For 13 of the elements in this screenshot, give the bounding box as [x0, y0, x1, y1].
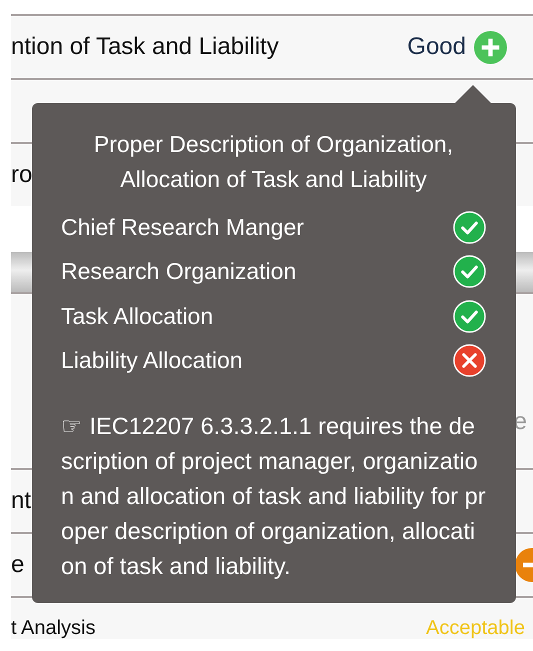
- tooltip-title: Proper Description of Organization, Allocation of Task and Liability: [92, 130, 454, 194]
- row-label: ntion of Task and Liability: [11, 33, 279, 61]
- row-label: ro: [11, 161, 32, 189]
- check-label: Task Allocation: [61, 302, 214, 330]
- row-label: e: [11, 551, 24, 579]
- row-label: t Analysis: [11, 617, 96, 639]
- requirement-note: ☞ IEC12207 6.3.3.2.1.1 requires the description of project manager, organization and allocation of task and liability for proper description of organization, allocation of task and liability.: [61, 412, 486, 581]
- check-label: Research Organization: [61, 258, 296, 286]
- check-label: Chief Research Manger: [61, 214, 304, 241]
- check-label: Liability Allocation: [61, 347, 243, 374]
- row-status: Acceptable: [426, 617, 525, 639]
- row-status: Good: [407, 33, 466, 61]
- row-label: nt: [11, 487, 32, 515]
